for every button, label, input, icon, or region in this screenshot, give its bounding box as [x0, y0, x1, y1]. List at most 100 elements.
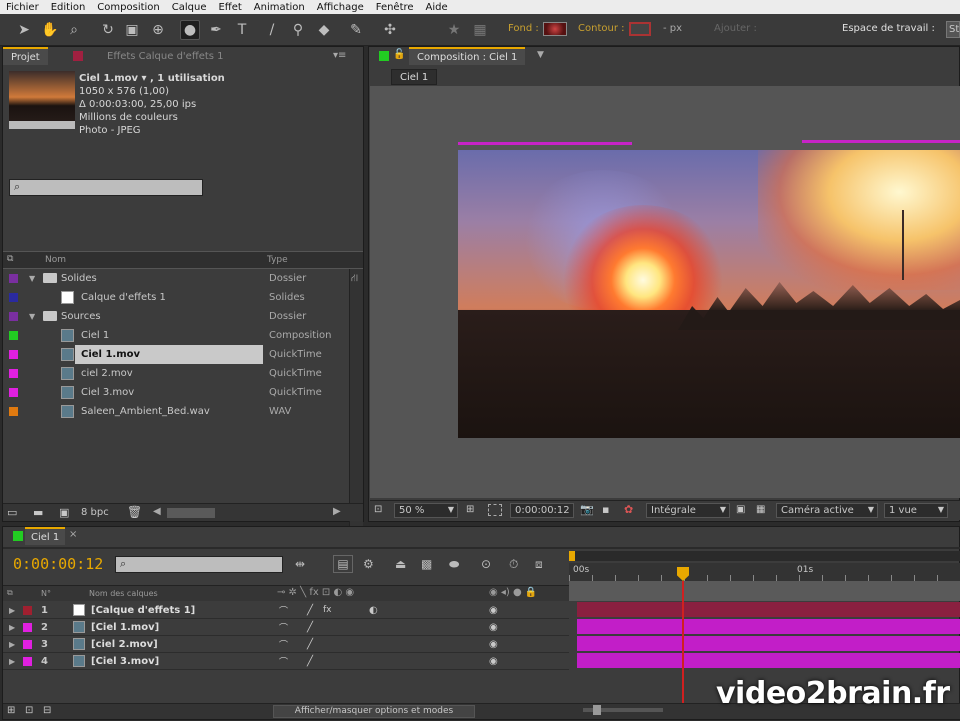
layer-expand-icon[interactable]: ▶ [9, 640, 15, 649]
trash-icon[interactable]: 🗑 [127, 505, 142, 519]
project-item-row[interactable]: Saleen_Ambient_Bed.wav WAV [3, 402, 347, 421]
expand-in-out-icon[interactable]: ⊟ [43, 705, 51, 716]
camera-select[interactable]: Caméra active ▼ [776, 503, 878, 518]
timeline-layer-row[interactable]: ▶ 4 [Ciel 3.mov] ⌒ ╱ ◉ [3, 653, 569, 670]
timeline-layer-row[interactable]: ▶ 2 [Ciel 1.mov] ⌒ ╱ ◉ [3, 619, 569, 636]
layer-name[interactable]: [Calque d'effets 1] [91, 605, 195, 616]
channel-icon[interactable]: ✿ [624, 503, 633, 516]
column-layer-name[interactable]: Nom des calques [89, 589, 158, 598]
zoom-tool-icon[interactable]: ⌕ [64, 20, 84, 40]
breadcrumb[interactable]: Ciel 1 [391, 69, 438, 85]
timeline-current-time[interactable]: 0:00:00:12 [13, 555, 103, 573]
column-type[interactable]: Type [267, 255, 288, 265]
pan-behind-tool-icon[interactable]: ⊕ [148, 20, 168, 40]
scroll-left-arrow[interactable]: ◀ [153, 506, 161, 517]
current-time-display[interactable]: 0:00:00:12 [510, 503, 574, 518]
views-select[interactable]: 1 vue ▼ [884, 503, 948, 518]
label-color-swatch[interactable] [9, 350, 18, 359]
workspace-select[interactable]: St [946, 21, 960, 38]
stroke-color-swatch[interactable] [629, 22, 651, 36]
pen-tool-icon[interactable]: ✒ [206, 20, 226, 40]
column-name[interactable]: Nom [45, 255, 66, 265]
graph-editor-icon[interactable]: ⧈ [535, 557, 543, 572]
scroll-right-arrow[interactable]: ▶ [333, 506, 341, 517]
menu-item-0[interactable]: Fichier [0, 2, 45, 13]
timeline-layer-row[interactable]: ▶ 3 [ciel 2.mov] ⌒ ╱ ◉ [3, 636, 569, 653]
disclosure-triangle-icon[interactable]: ▼ [29, 312, 35, 321]
eye-icon[interactable]: ◉ [489, 622, 498, 633]
layer-label-swatch[interactable] [23, 640, 32, 649]
timeline-search-input[interactable]: ⌕ [115, 556, 283, 573]
composition-dropdown-icon[interactable]: ▼ [537, 50, 544, 60]
tab-composition[interactable]: Composition : Ciel 1 [409, 47, 526, 65]
fill-color-swatch[interactable] [543, 22, 567, 36]
layer-expand-icon[interactable]: ▶ [9, 623, 15, 632]
shy-switch-icon[interactable]: ⌒ [279, 604, 288, 617]
layer-name[interactable]: [Ciel 3.mov] [91, 656, 159, 667]
menu-item-4[interactable]: Effet [212, 2, 247, 13]
zoom-slider[interactable] [583, 705, 663, 715]
layer-name[interactable]: [ciel 2.mov] [91, 639, 158, 650]
layer-expand-icon[interactable]: ▶ [9, 657, 15, 666]
text-tool-icon[interactable]: T [232, 20, 252, 40]
layer-duration-bar[interactable] [577, 653, 960, 668]
label-color-swatch[interactable] [9, 369, 18, 378]
menu-item-8[interactable]: Aide [420, 2, 454, 13]
layer-expand-icon[interactable]: ▶ [9, 606, 15, 615]
always-preview-icon[interactable]: ⊡ [374, 504, 382, 515]
timeline-layer-row[interactable]: ▶ 1 [Calque d'effets 1] ⌒ ╱ fx ◐ ◉ [3, 602, 569, 619]
video-frame[interactable] [458, 150, 960, 438]
time-ruler[interactable]: 00s 01s [569, 563, 960, 581]
roto-brush-tool-icon[interactable]: ✎ [346, 20, 366, 40]
lock-icon[interactable]: 🔓 [393, 49, 405, 60]
zoom-select[interactable]: 50 % ▼ [394, 503, 458, 518]
interpret-footage-icon[interactable]: ▭ [7, 506, 17, 519]
eye-icon[interactable]: ◉ [489, 656, 498, 667]
layer-duration-bar[interactable] [577, 619, 960, 634]
label-color-swatch[interactable] [9, 388, 18, 397]
ellipse-tool-icon[interactable]: ● [180, 20, 200, 40]
eye-icon[interactable]: ◉ [489, 639, 498, 650]
timer-icon[interactable]: ⏱ [509, 557, 518, 572]
project-search-input[interactable]: ⌕ [9, 179, 203, 196]
camera-tool-icon[interactable]: ▣ [122, 20, 142, 40]
menu-item-2[interactable]: Composition [91, 2, 165, 13]
layer-label-swatch[interactable] [23, 657, 32, 666]
quality-switch-icon[interactable]: ╱ [307, 656, 313, 667]
new-folder-icon[interactable]: ▬ [33, 506, 43, 519]
project-item-row[interactable]: Calque d'effets 1 Solides [3, 288, 347, 307]
label-color-swatch[interactable] [9, 312, 18, 321]
bit-depth-button[interactable]: 8 bpc [81, 507, 109, 518]
label-color-swatch[interactable] [9, 331, 18, 340]
transparency-grid-icon[interactable]: ▦ [756, 504, 765, 515]
project-item-row[interactable]: ciel 2.mov QuickTime [3, 364, 347, 383]
project-item-row[interactable]: Ciel 1.mov QuickTime [3, 345, 347, 364]
puppet-tool-icon[interactable]: ✣ [380, 20, 400, 40]
clone-stamp-tool-icon[interactable]: ⚲ [288, 20, 308, 40]
project-item-row[interactable]: Ciel 1 Composition [3, 326, 347, 345]
flowchart-icon[interactable]: ⛙ [351, 273, 358, 286]
menu-item-3[interactable]: Calque [166, 2, 213, 13]
label-color-swatch[interactable] [9, 274, 18, 283]
horizontal-scroll-thumb[interactable] [167, 508, 215, 518]
brainstorm-icon[interactable]: ⬬ [449, 557, 459, 572]
project-item-row[interactable]: Ciel 3.mov QuickTime [3, 383, 347, 402]
frame-blending-icon[interactable]: ⏏ [395, 557, 406, 571]
tab-project[interactable]: Projet [3, 47, 48, 65]
brush-tool-icon[interactable]: / [262, 20, 282, 40]
auto-keyframe-icon[interactable]: ⊙ [481, 557, 491, 571]
layer-name[interactable]: [Ciel 1.mov] [91, 622, 159, 633]
zoom-slider-handle[interactable] [593, 705, 601, 715]
adjustment-layer-icon[interactable]: ◐ [369, 605, 378, 616]
quality-switch-icon[interactable]: ╱ [307, 639, 313, 650]
layer-label-swatch[interactable] [23, 623, 32, 632]
effect-switch-icon[interactable]: fx [323, 605, 332, 615]
selection-tool-icon[interactable]: ➤ [14, 20, 34, 40]
menu-item-1[interactable]: Edition [45, 2, 92, 13]
project-folder-row[interactable]: ▼ Solides Dossier [3, 269, 347, 288]
menu-item-5[interactable]: Animation [248, 2, 311, 13]
quality-switch-icon[interactable]: ╱ [307, 622, 313, 633]
motion-blur-icon[interactable]: ▩ [421, 557, 432, 571]
mini-flowchart-icon[interactable]: ⇹ [295, 557, 305, 571]
label-color-swatch[interactable] [9, 407, 18, 416]
